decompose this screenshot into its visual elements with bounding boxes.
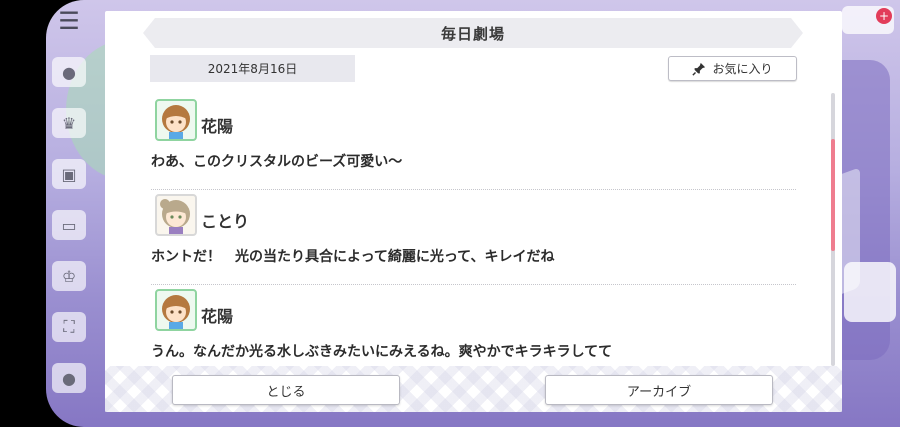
message-item: 花陽 うん。なんだか光る水しぶきみたいにみえるね。爽やかでキラキラしてて xyxy=(151,285,796,367)
message-item: 花陽 わあ、このクリスタルのビーズ可愛い〜 xyxy=(151,95,796,190)
expand-icon[interactable]: ⛶ xyxy=(52,312,86,342)
left-rail: ☰ ● ♛ ▣ ▭ ♔ ⛶ ● xyxy=(52,6,92,414)
speaker-name: 花陽 xyxy=(201,117,234,136)
trophy-icon[interactable]: ♔ xyxy=(52,261,86,291)
message-text: うん。なんだか光る水しぶきみたいにみえるね。爽やかでキラキラしてて xyxy=(151,344,613,360)
dialog-title: 毎日劇場 xyxy=(440,24,505,43)
close-button[interactable]: とじる xyxy=(172,375,400,405)
message-text: ホントだ！ 光の当たり具合によって綺麗に光って、キレイだね xyxy=(151,249,555,265)
gift-icon[interactable]: ▣ xyxy=(52,159,86,189)
side-card[interactable] xyxy=(844,262,896,322)
kotori-avatar xyxy=(155,194,197,236)
present-icon[interactable]: ♛ xyxy=(52,108,86,138)
screen-icon[interactable]: ▭ xyxy=(52,210,86,240)
message-text: わあ、このクリスタルのビーズ可愛い〜 xyxy=(151,154,403,170)
speaker-name: 花陽 xyxy=(201,307,234,326)
scrollbar[interactable] xyxy=(831,93,835,366)
dialog-header: 毎日劇場 xyxy=(143,18,803,48)
plus-icon[interactable]: + xyxy=(876,8,892,24)
menu-icon[interactable]: ☰ xyxy=(52,6,86,36)
message-item: ことり ホントだ！ 光の当たり具合によって綺麗に光って、キレイだね xyxy=(151,190,796,285)
chat-icon[interactable]: ● xyxy=(52,57,86,87)
daily-theater-dialog: 毎日劇場 2021年8月16日 お気に入り 花陽 わあ、このクリスタルのビーズ可 xyxy=(105,11,842,412)
hanayo-avatar xyxy=(155,289,197,331)
favorite-button[interactable]: お気に入り xyxy=(668,56,797,81)
archive-button[interactable]: アーカイブ xyxy=(545,375,773,405)
scrollbar-thumb[interactable] xyxy=(831,139,835,251)
user-icon[interactable]: ● xyxy=(52,363,86,393)
favorite-label: お気に入り xyxy=(712,62,773,76)
hanayo-avatar xyxy=(155,99,197,141)
pin-icon xyxy=(692,62,706,76)
speaker-name: ことり xyxy=(201,212,250,231)
date-label: 2021年8月16日 xyxy=(150,55,355,82)
right-ui: + xyxy=(840,0,900,427)
message-list[interactable]: 花陽 わあ、このクリスタルのビーズ可愛い〜 ことり ホントだ！ 光の当たり具合に… xyxy=(151,95,796,367)
